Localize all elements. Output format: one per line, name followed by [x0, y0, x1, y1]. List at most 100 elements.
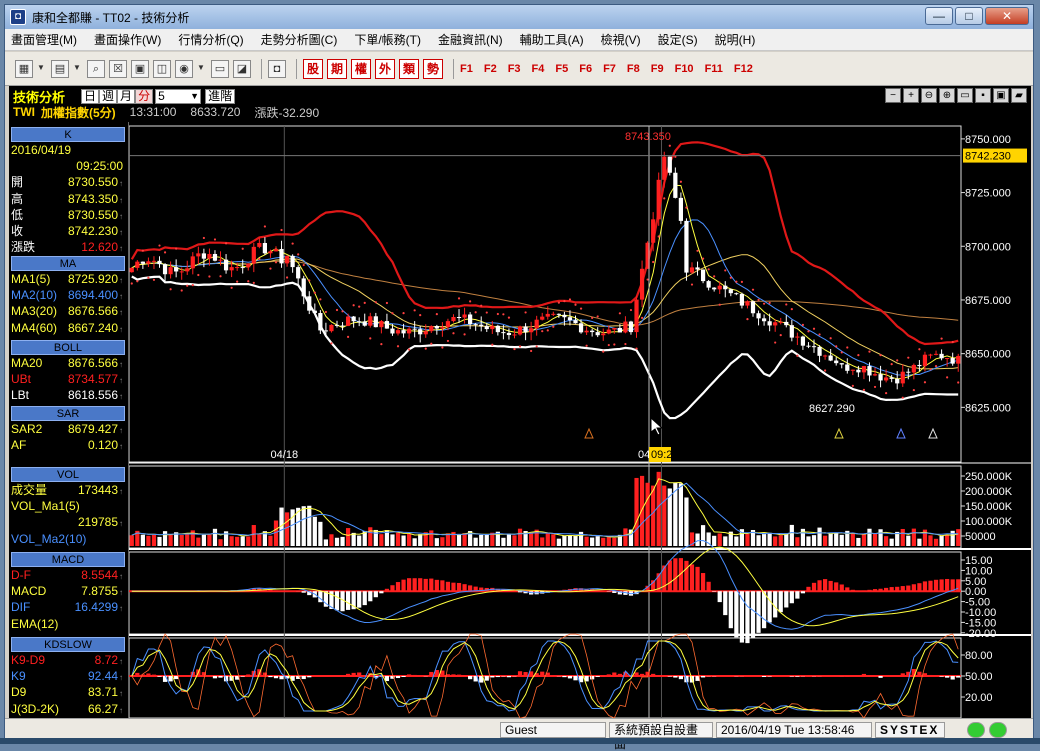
trend-arrow-icon: ↑	[119, 392, 123, 401]
vol-section-header[interactable]: VOL	[11, 467, 125, 482]
trend-arrow-icon: ↑	[119, 487, 123, 496]
fkey-f5[interactable]: F5	[555, 63, 568, 75]
menu-item-6[interactable]: 輔助工具(A)	[520, 31, 584, 48]
fkey-f9[interactable]: F9	[651, 63, 664, 75]
kd-histogram-bar	[340, 675, 344, 676]
chart-area[interactable]: 8750.0008725.0008700.0008675.0008650.000…	[129, 122, 1031, 718]
kd-histogram-bar	[523, 672, 527, 676]
zoom-in-icon[interactable]: ⊕	[939, 88, 955, 103]
menu-item-4[interactable]: 下單/帳務(T)	[354, 31, 421, 48]
columns-icon[interactable]: ◫	[153, 60, 171, 78]
period-month-button[interactable]: 月	[117, 89, 135, 104]
ma-section-header[interactable]: MA	[11, 256, 125, 271]
minus-icon[interactable]: −	[885, 88, 901, 103]
printer-icon[interactable]: ▤	[51, 60, 69, 78]
k-section-header[interactable]: K	[11, 127, 125, 142]
fkey-f12[interactable]: F12	[734, 63, 753, 75]
sar-dot	[641, 317, 643, 319]
fkey-f4[interactable]: F4	[532, 63, 545, 75]
volume-bar	[634, 478, 638, 546]
close-window-icon[interactable]: ☒	[109, 60, 127, 78]
menu-item-1[interactable]: 畫面操作(W)	[94, 31, 161, 48]
kd-label: K9-D9	[11, 652, 45, 668]
maximize-button[interactable]: □	[955, 7, 983, 25]
period-select[interactable]: 5▼	[155, 89, 201, 104]
sar-dot	[647, 278, 649, 280]
candle-body	[185, 268, 189, 271]
menu-item-8[interactable]: 設定(S)	[658, 31, 698, 48]
candle-body	[496, 326, 500, 332]
menu-item-7[interactable]: 檢視(V)	[601, 31, 641, 48]
tile-icon[interactable]: ▣	[131, 60, 149, 78]
window-icon[interactable]: ▣	[993, 88, 1009, 103]
chevron-down-icon[interactable]: ▼	[197, 60, 205, 78]
zoom-out-icon[interactable]: ⊖	[921, 88, 937, 103]
menu-item-9[interactable]: 說明(H)	[715, 31, 756, 48]
menu-item-5[interactable]: 金融資訊(N)	[438, 31, 503, 48]
kd-histogram-bar	[451, 674, 455, 676]
folder-icon[interactable]: ▰	[1011, 88, 1027, 103]
fkey-f8[interactable]: F8	[627, 63, 640, 75]
save-icon[interactable]: ▪	[975, 88, 991, 103]
macd-section-header[interactable]: MACD	[11, 552, 125, 567]
sar-dot	[752, 289, 754, 291]
globe-icon[interactable]: ◉	[175, 60, 193, 78]
sar-dot	[835, 345, 837, 347]
candle-body	[230, 267, 234, 270]
plus-icon[interactable]: +	[903, 88, 919, 103]
market-button-1[interactable]: 期	[327, 59, 347, 79]
menu-item-3[interactable]: 走勢分析圖(C)	[261, 31, 338, 48]
menu-item-0[interactable]: 畫面管理(M)	[11, 31, 77, 48]
macd-histogram-bar	[462, 584, 466, 591]
macd-histogram-bar	[396, 582, 400, 591]
close-button[interactable]: ✕	[985, 7, 1029, 25]
period-week-button[interactable]: 週	[99, 89, 117, 104]
candle-body	[440, 327, 444, 328]
fkey-f7[interactable]: F7	[603, 63, 616, 75]
macd-histogram-bar	[912, 584, 916, 591]
logo-button-icon[interactable]: ◘	[268, 60, 286, 78]
kd-histogram-bar	[878, 676, 882, 678]
layout-icon[interactable]: ▦	[15, 60, 33, 78]
market-button-5[interactable]: 勢	[423, 59, 443, 79]
menu-item-2[interactable]: 行情分析(Q)	[178, 31, 243, 48]
fkey-f6[interactable]: F6	[579, 63, 592, 75]
chat-icon[interactable]: ▭	[957, 88, 973, 103]
volume-bar	[646, 483, 650, 546]
market-button-3[interactable]: 外	[375, 59, 395, 79]
sar-dot	[214, 238, 216, 240]
fkey-f1[interactable]: F1	[460, 63, 473, 75]
kd-section-header[interactable]: KDSLOW	[11, 637, 125, 652]
trend-arrow-icon: ↑	[119, 657, 123, 666]
kd-histogram-bar	[573, 676, 577, 680]
minimize-button[interactable]: —	[925, 7, 953, 25]
boll-section-header[interactable]: BOLL	[11, 340, 125, 355]
period-day-button[interactable]: 日	[81, 89, 99, 104]
fkey-f10[interactable]: F10	[675, 63, 694, 75]
technical-charts[interactable]: 8750.0008725.0008700.0008675.0008650.000…	[129, 122, 1031, 718]
candle-body	[762, 318, 766, 321]
market-button-2[interactable]: 權	[351, 59, 371, 79]
market-button-0[interactable]: 股	[303, 59, 323, 79]
trend-arrow-icon: ↑	[119, 519, 123, 528]
market-button-4[interactable]: 類	[399, 59, 419, 79]
sar-section-header[interactable]: SAR	[11, 406, 125, 421]
title-bar[interactable]: ◘ 康和全都賺 - TT02 - 技術分析 — □ ✕	[5, 5, 1033, 29]
sar-dot	[830, 337, 832, 339]
fkey-f11[interactable]: F11	[705, 63, 723, 75]
fkey-f3[interactable]: F3	[508, 63, 521, 75]
vol-label: 成交量	[11, 482, 47, 498]
macd-histogram-bar	[274, 590, 278, 591]
chevron-down-icon[interactable]: ▼	[37, 60, 45, 78]
period-minute-button[interactable]: 分	[135, 89, 153, 104]
sar-dot	[147, 277, 149, 279]
advanced-button[interactable]: 進階	[205, 89, 235, 104]
card-icon[interactable]: ▭	[211, 60, 229, 78]
search-icon[interactable]: ⌕	[87, 60, 105, 78]
macd-histogram-bar	[801, 591, 805, 593]
chart-icon[interactable]: ◪	[233, 60, 251, 78]
chevron-down-icon[interactable]: ▼	[73, 60, 81, 78]
trend-arrow-icon: ↑	[119, 228, 123, 237]
indicator-values-panel: K2016/04/1909:25:00開8730.550↑高8743.350↑低…	[9, 122, 129, 718]
fkey-f2[interactable]: F2	[484, 63, 497, 75]
